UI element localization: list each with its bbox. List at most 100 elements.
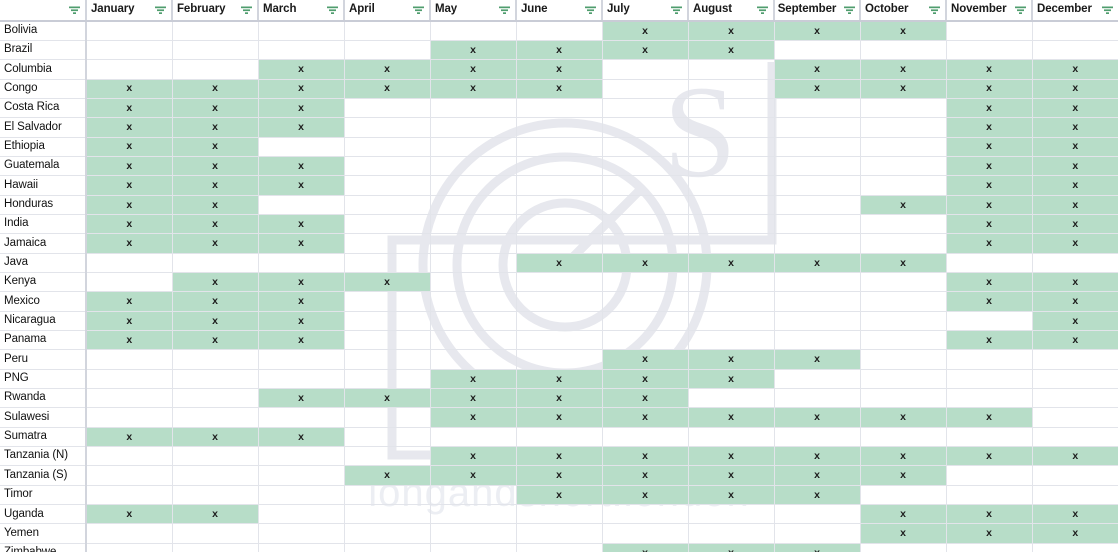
harvest-cell[interactable] [516,504,603,525]
harvest-cell[interactable] [430,485,517,506]
harvest-cell[interactable] [774,137,861,157]
column-header-september[interactable]: September [774,0,861,22]
filter-funnel-icon[interactable] [844,6,856,15]
harvest-cell[interactable] [86,369,173,390]
harvest-cell[interactable]: x [258,330,345,351]
harvest-cell[interactable] [1032,485,1118,506]
harvest-cell[interactable] [688,272,775,293]
harvest-cell[interactable]: x [430,407,517,428]
harvest-cell[interactable] [344,311,431,332]
harvest-cell[interactable]: x [688,21,775,41]
harvest-cell[interactable]: x [946,291,1033,312]
harvest-cell[interactable]: x [172,117,259,138]
harvest-cell[interactable] [172,465,259,486]
harvest-cell[interactable]: x [602,407,689,428]
harvest-cell[interactable]: x [602,40,689,61]
harvest-cell[interactable] [946,485,1033,506]
harvest-cell[interactable] [344,21,431,41]
harvest-cell[interactable] [516,427,603,448]
harvest-cell[interactable] [86,349,173,370]
harvest-cell[interactable]: x [430,446,517,467]
row-label-origin[interactable]: Guatemala [0,156,87,177]
harvest-cell[interactable]: x [774,485,861,506]
row-label-origin[interactable]: Ethiopia [0,137,87,157]
harvest-cell[interactable]: x [688,40,775,61]
harvest-cell[interactable]: x [516,407,603,428]
harvest-cell[interactable] [860,369,947,390]
harvest-cell[interactable]: x [774,465,861,486]
harvest-cell[interactable] [860,156,947,177]
harvest-cell[interactable]: x [860,407,947,428]
harvest-cell[interactable] [344,369,431,390]
harvest-cell[interactable]: x [946,156,1033,177]
harvest-cell[interactable] [860,272,947,293]
filter-funnel-icon[interactable] [499,6,510,15]
harvest-cell[interactable] [1032,407,1118,428]
harvest-cell[interactable] [602,330,689,351]
harvest-cell[interactable]: x [344,59,431,80]
harvest-cell[interactable] [602,523,689,544]
harvest-cell[interactable] [860,485,947,506]
row-label-origin[interactable]: PNG [0,369,87,390]
harvest-cell[interactable]: x [172,79,259,99]
harvest-cell[interactable]: x [86,98,173,119]
harvest-cell[interactable]: x [1032,195,1118,215]
harvest-cell[interactable] [774,233,861,254]
harvest-cell[interactable]: x [946,407,1033,428]
harvest-cell[interactable] [258,369,345,390]
column-header-june[interactable]: June [516,0,603,22]
harvest-cell[interactable]: x [774,253,861,273]
harvest-cell[interactable]: x [946,233,1033,254]
harvest-cell[interactable]: x [1032,117,1118,138]
column-header-name[interactable] [0,0,87,22]
harvest-cell[interactable]: x [516,446,603,467]
filter-funnel-icon[interactable] [69,6,80,15]
filter-funnel-icon[interactable] [241,6,252,15]
harvest-cell[interactable]: x [430,79,517,99]
harvest-cell[interactable] [688,195,775,215]
harvest-cell[interactable] [946,21,1033,41]
harvest-cell[interactable] [430,117,517,138]
harvest-cell[interactable]: x [1032,233,1118,254]
harvest-cell[interactable]: x [1032,98,1118,119]
harvest-cell[interactable] [602,59,689,80]
harvest-cell[interactable] [172,485,259,506]
harvest-cell[interactable]: x [258,175,345,196]
harvest-cell[interactable]: x [86,504,173,525]
harvest-cell[interactable] [688,291,775,312]
harvest-cell[interactable]: x [602,349,689,370]
harvest-cell[interactable] [688,156,775,177]
harvest-cell[interactable] [1032,40,1118,61]
harvest-cell[interactable] [430,137,517,157]
harvest-cell[interactable] [860,291,947,312]
harvest-cell[interactable] [430,214,517,235]
harvest-cell[interactable] [688,59,775,80]
harvest-cell[interactable] [774,311,861,332]
harvest-cell[interactable] [860,330,947,351]
harvest-cell[interactable]: x [1032,311,1118,332]
harvest-cell[interactable]: x [258,117,345,138]
harvest-cell[interactable]: x [688,446,775,467]
column-header-december[interactable]: December [1032,0,1118,22]
harvest-cell[interactable]: x [86,233,173,254]
row-label-origin[interactable]: Kenya [0,272,87,293]
harvest-cell[interactable]: x [946,79,1033,99]
harvest-cell[interactable] [258,195,345,215]
harvest-cell[interactable]: x [86,195,173,215]
harvest-cell[interactable] [258,465,345,486]
harvest-cell[interactable]: x [1032,214,1118,235]
harvest-cell[interactable] [688,504,775,525]
harvest-cell[interactable] [860,137,947,157]
harvest-cell[interactable] [86,59,173,80]
harvest-cell[interactable] [1032,465,1118,486]
harvest-cell[interactable] [430,330,517,351]
harvest-cell[interactable] [430,233,517,254]
harvest-cell[interactable]: x [172,195,259,215]
harvest-cell[interactable] [344,98,431,119]
harvest-cell[interactable] [258,137,345,157]
harvest-cell[interactable]: x [86,117,173,138]
harvest-cell[interactable]: x [1032,446,1118,467]
harvest-cell[interactable] [1032,369,1118,390]
harvest-cell[interactable] [688,388,775,409]
harvest-cell[interactable] [1032,349,1118,370]
